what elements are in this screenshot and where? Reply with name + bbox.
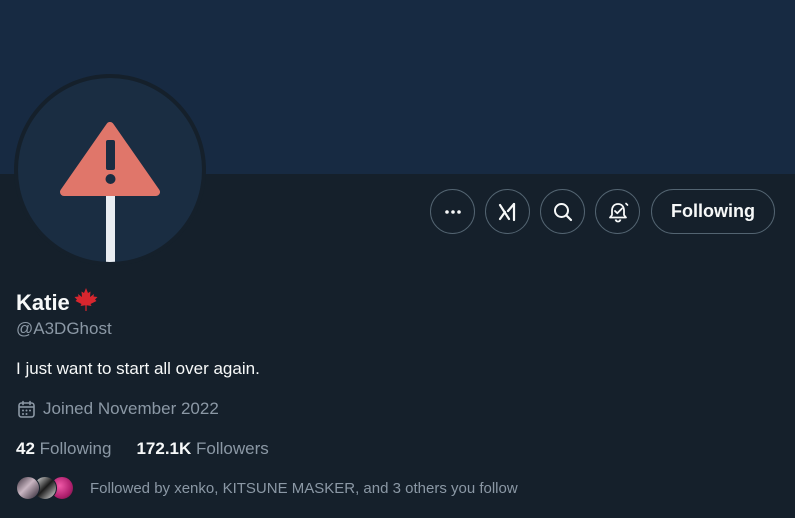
following-stat[interactable]: 42 Following bbox=[16, 439, 111, 459]
followers-count: 172.1K bbox=[136, 439, 192, 458]
search-icon bbox=[553, 202, 572, 221]
bell-icon bbox=[608, 202, 628, 222]
followers-label: Followers bbox=[196, 439, 269, 458]
profile-avatar[interactable] bbox=[14, 74, 206, 266]
profile-stats: 42 Following 172.1K Followers bbox=[16, 439, 269, 459]
followed-by-text: Followed by xenko, KITSUNE MASKER, and 3… bbox=[90, 479, 518, 497]
following-label: Following bbox=[39, 439, 112, 458]
more-button[interactable] bbox=[430, 189, 476, 234]
following-count: 42 bbox=[16, 439, 35, 458]
calendar-icon bbox=[18, 400, 35, 418]
join-date: Joined November 2022 bbox=[17, 399, 219, 419]
followed-by[interactable]: Followed by xenko, KITSUNE MASKER, and 3… bbox=[16, 474, 518, 502]
followers-stat[interactable]: 172.1K Followers bbox=[136, 439, 268, 459]
grok-button[interactable] bbox=[485, 189, 531, 234]
mutual-avatars bbox=[16, 474, 78, 502]
more-icon bbox=[444, 209, 461, 214]
user-handle: @A3DGhost bbox=[16, 319, 112, 338]
profile-bio: I just want to start all over again. bbox=[16, 359, 260, 378]
grok-icon bbox=[498, 202, 515, 221]
profile-actions: Following bbox=[430, 189, 775, 234]
maple-leaf-icon bbox=[71, 285, 101, 321]
following-button[interactable]: Following bbox=[651, 189, 775, 234]
search-button[interactable] bbox=[540, 189, 586, 234]
display-name: Katie bbox=[16, 285, 101, 321]
warning-sign-icon bbox=[60, 122, 160, 262]
notifications-button[interactable] bbox=[595, 189, 641, 234]
mutual-avatar bbox=[16, 476, 40, 500]
display-name-text: Katie bbox=[16, 290, 70, 315]
join-date-text: Joined November 2022 bbox=[43, 399, 219, 418]
